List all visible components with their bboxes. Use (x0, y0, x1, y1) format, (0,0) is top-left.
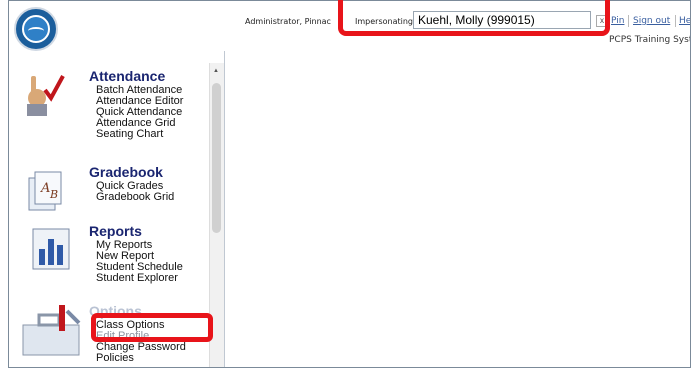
scroll-up-icon[interactable]: ▲ (213, 68, 219, 74)
nav-gradebook-grid[interactable]: Gradebook Grid (96, 192, 174, 203)
nav-policies[interactable]: Policies (96, 353, 186, 364)
logo-emblem (22, 15, 50, 43)
attendance-hand-icon (27, 75, 65, 116)
user-name: Administrator, Pinnac (245, 17, 331, 26)
nav-student-explorer[interactable]: Student Explorer (96, 273, 183, 284)
svg-text:B: B (49, 188, 58, 201)
gradebook-title[interactable]: Gradebook (89, 164, 163, 180)
class-options-highlight (91, 313, 213, 342)
scrollbar-thumb[interactable] (212, 83, 221, 233)
impersonating-highlight (338, 0, 610, 36)
district-logo-icon[interactable] (14, 7, 58, 51)
reports-chart-icon (32, 228, 70, 270)
app-frame: Administrator, Pinnac Impersonating x Pi… (8, 0, 691, 368)
options-toolbox-icon (22, 305, 81, 356)
site-title: PCPS Training System (609, 35, 690, 45)
attendance-title[interactable]: Attendance (89, 68, 165, 84)
pin-link[interactable]: Pin (611, 16, 624, 26)
nav-seating-chart[interactable]: Seating Chart (96, 129, 183, 140)
reports-title[interactable]: Reports (89, 223, 142, 239)
sign-out-link[interactable]: Sign out (633, 16, 670, 26)
reports-items: My Reports New Report Student Schedule S… (96, 240, 183, 284)
gradebook-papers-icon: A B (28, 171, 62, 211)
gradebook-items: Quick Grades Gradebook Grid (96, 181, 174, 203)
help-link[interactable]: Help (679, 16, 690, 26)
attendance-items: Batch Attendance Attendance Editor Quick… (96, 85, 183, 140)
svg-text:A: A (40, 181, 50, 196)
pane-divider (224, 51, 225, 367)
